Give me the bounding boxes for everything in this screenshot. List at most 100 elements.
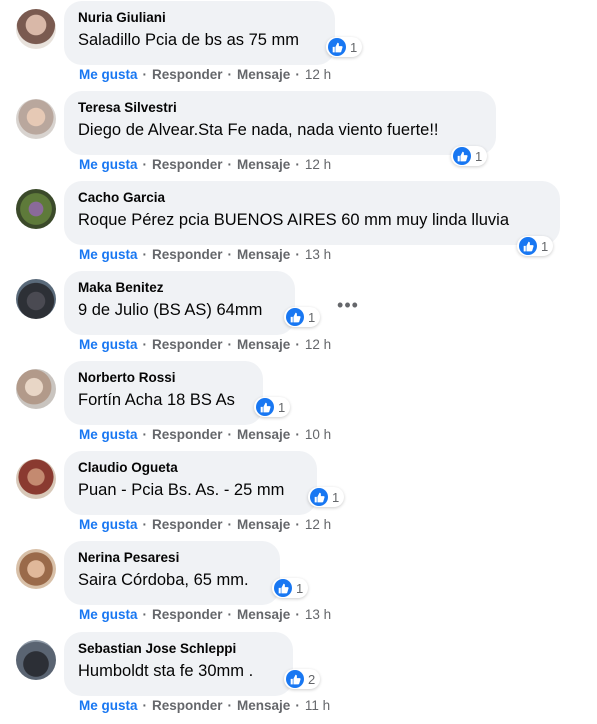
comment-item: Nerina Pesaresi Saira Córdoba, 65 mm. 1 …	[0, 540, 597, 630]
comment-text: Humboldt sta fe 30mm .	[78, 662, 254, 680]
avatar[interactable]	[16, 640, 56, 680]
comment-author[interactable]: Maka Benitez	[78, 279, 281, 297]
avatar[interactable]	[16, 189, 56, 229]
reaction-summary[interactable]: 1	[272, 578, 309, 598]
reaction-summary[interactable]: 1	[451, 146, 488, 166]
like-button[interactable]: Me gusta	[79, 67, 138, 82]
reaction-summary[interactable]: 2	[284, 669, 321, 689]
reaction-summary[interactable]: 1	[308, 487, 345, 507]
reaction-summary[interactable]: 1	[326, 37, 363, 57]
comment-bubble: Claudio Ogueta Puan - Pcia Bs. As. - 25 …	[64, 451, 317, 515]
avatar[interactable]	[16, 549, 56, 589]
comment-item: Claudio Ogueta Puan - Pcia Bs. As. - 25 …	[0, 450, 597, 540]
comment-item: Teresa Silvestri Diego de Alvear.Sta Fe …	[0, 90, 597, 180]
comment-author[interactable]: Cacho Garcia	[78, 189, 546, 207]
comment-actions: Me gusta · Responder · Mensaje · 12 h	[79, 517, 332, 532]
comment-actions: Me gusta · Responder · Mensaje · 13 h	[79, 247, 332, 262]
comment-text: 9 de Julio (BS AS) 64mm	[78, 301, 263, 319]
reaction-count: 1	[308, 309, 316, 325]
timestamp[interactable]: 12 h	[305, 157, 331, 172]
comment-bubble: Maka Benitez 9 de Julio (BS AS) 64mm	[64, 271, 295, 335]
like-icon	[286, 670, 304, 688]
comment-author[interactable]: Norberto Rossi	[78, 369, 249, 387]
comment-actions: Me gusta · Responder · Mensaje · 12 h	[79, 67, 332, 82]
reply-button[interactable]: Responder	[152, 517, 223, 532]
comment-author[interactable]: Claudio Ogueta	[78, 459, 303, 477]
timestamp[interactable]: 12 h	[305, 67, 331, 82]
like-icon	[519, 237, 537, 255]
like-button[interactable]: Me gusta	[79, 698, 138, 713]
like-button[interactable]: Me gusta	[79, 427, 138, 442]
reaction-count: 1	[475, 148, 483, 164]
timestamp[interactable]: 12 h	[305, 517, 331, 532]
reply-button[interactable]: Responder	[152, 698, 223, 713]
comment-text: Diego de Alvear.Sta Fe nada, nada viento…	[78, 121, 439, 139]
message-button[interactable]: Mensaje	[237, 698, 290, 713]
comment-author[interactable]: Nuria Giuliani	[78, 9, 321, 27]
reaction-count: 2	[308, 671, 316, 687]
comment-bubble: Norberto Rossi Fortín Acha 18 BS As	[64, 361, 263, 425]
reply-button[interactable]: Responder	[152, 607, 223, 622]
message-button[interactable]: Mensaje	[237, 607, 290, 622]
comment-item: Maka Benitez 9 de Julio (BS AS) 64mm 1 •…	[0, 270, 597, 360]
like-icon	[286, 308, 304, 326]
reply-button[interactable]: Responder	[152, 67, 223, 82]
timestamp[interactable]: 10 h	[305, 427, 331, 442]
like-icon	[274, 579, 292, 597]
comment-bubble: Sebastian Jose Schleppi Humboldt sta fe …	[64, 632, 293, 696]
comment-text: Fortín Acha 18 BS As	[78, 391, 235, 409]
message-button[interactable]: Mensaje	[237, 337, 290, 352]
comment-actions: Me gusta · Responder · Mensaje · 12 h	[79, 337, 332, 352]
like-icon	[310, 488, 328, 506]
reply-button[interactable]: Responder	[152, 247, 223, 262]
avatar[interactable]	[16, 9, 56, 49]
reaction-summary[interactable]: 1	[254, 397, 291, 417]
comment-author[interactable]: Sebastian Jose Schleppi	[78, 640, 279, 658]
timestamp[interactable]: 13 h	[305, 607, 331, 622]
comment-item: Cacho Garcia Roque Pérez pcia BUENOS AIR…	[0, 180, 597, 270]
avatar[interactable]	[16, 279, 56, 319]
like-button[interactable]: Me gusta	[79, 517, 138, 532]
avatar[interactable]	[16, 99, 56, 139]
comment-actions: Me gusta · Responder · Mensaje · 10 h	[79, 427, 332, 442]
timestamp[interactable]: 12 h	[305, 337, 331, 352]
comment-item: Sebastian Jose Schleppi Humboldt sta fe …	[0, 631, 597, 721]
message-button[interactable]: Mensaje	[237, 517, 290, 532]
comment-text: Roque Pérez pcia BUENOS AIRES 60 mm muy …	[78, 211, 510, 229]
like-icon	[256, 398, 274, 416]
reaction-count: 1	[296, 580, 304, 596]
comment-bubble: Cacho Garcia Roque Pérez pcia BUENOS AIR…	[64, 181, 560, 245]
comment-bubble: Nerina Pesaresi Saira Córdoba, 65 mm.	[64, 541, 280, 605]
comment-actions: Me gusta · Responder · Mensaje · 11 h	[79, 698, 331, 713]
comment-text: Saira Córdoba, 65 mm.	[78, 571, 249, 589]
reply-button[interactable]: Responder	[152, 427, 223, 442]
comment-bubble: Nuria Giuliani Saladillo Pcia de bs as 7…	[64, 1, 335, 65]
message-button[interactable]: Mensaje	[237, 247, 290, 262]
timestamp[interactable]: 11 h	[305, 698, 330, 713]
reaction-count: 1	[541, 238, 549, 254]
avatar[interactable]	[16, 459, 56, 499]
comment-item: Norberto Rossi Fortín Acha 18 BS As 1 Me…	[0, 360, 597, 450]
comment-actions: Me gusta · Responder · Mensaje · 12 h	[79, 157, 332, 172]
reaction-summary[interactable]: 1	[517, 236, 554, 256]
timestamp[interactable]: 13 h	[305, 247, 331, 262]
like-button[interactable]: Me gusta	[79, 157, 138, 172]
message-button[interactable]: Mensaje	[237, 67, 290, 82]
like-icon	[328, 38, 346, 56]
like-button[interactable]: Me gusta	[79, 247, 138, 262]
more-horizontal-icon[interactable]: •••	[336, 296, 360, 314]
comment-text: Puan - Pcia Bs. As. - 25 mm	[78, 481, 285, 499]
like-icon	[453, 147, 471, 165]
like-button[interactable]: Me gusta	[79, 337, 138, 352]
message-button[interactable]: Mensaje	[237, 427, 290, 442]
reply-button[interactable]: Responder	[152, 337, 223, 352]
reply-button[interactable]: Responder	[152, 157, 223, 172]
message-button[interactable]: Mensaje	[237, 157, 290, 172]
reaction-summary[interactable]: 1	[284, 307, 321, 327]
comment-bubble: Teresa Silvestri Diego de Alvear.Sta Fe …	[64, 91, 496, 155]
avatar[interactable]	[16, 369, 56, 409]
like-button[interactable]: Me gusta	[79, 607, 138, 622]
comment-author[interactable]: Nerina Pesaresi	[78, 549, 266, 567]
comment-author[interactable]: Teresa Silvestri	[78, 99, 482, 117]
comment-text: Saladillo Pcia de bs as 75 mm	[78, 31, 300, 49]
